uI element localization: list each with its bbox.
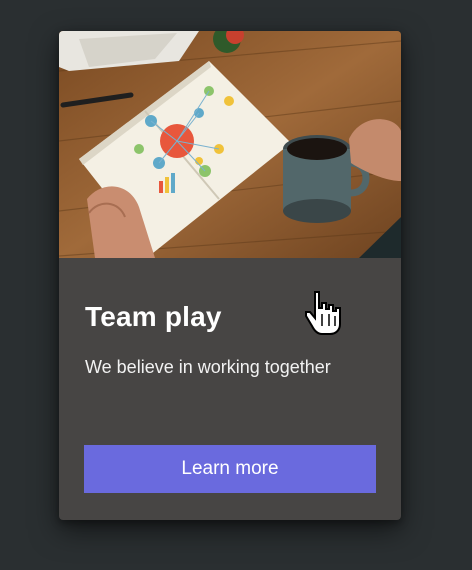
card-description: We believe in working together xyxy=(85,357,331,377)
card-image xyxy=(59,31,401,258)
team-workspace-photo-icon xyxy=(59,31,401,258)
learn-more-button[interactable]: Learn more xyxy=(84,445,376,493)
card-title: Team play xyxy=(85,301,222,332)
feature-card: Team play We believe in working together… xyxy=(59,31,401,520)
